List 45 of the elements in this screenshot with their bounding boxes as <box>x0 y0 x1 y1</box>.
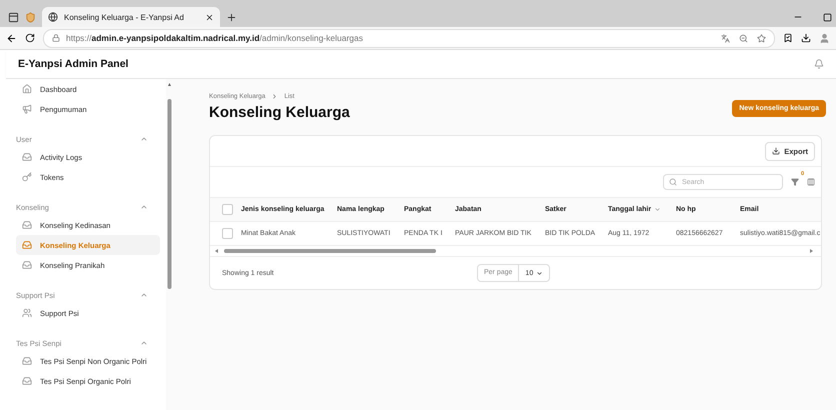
tray-icon <box>22 152 32 162</box>
new-tab-icon[interactable] <box>226 12 237 22</box>
chevron-up-icon[interactable] <box>140 135 148 143</box>
tab-title: Konseling Keluarga - E-Yanpsi Ad <box>64 12 185 22</box>
translate-icon[interactable] <box>721 34 730 42</box>
star-icon[interactable] <box>757 34 766 42</box>
zoom-out-icon[interactable] <box>739 34 748 42</box>
horizontal-scrollbar[interactable] <box>214 248 814 254</box>
megaphone-icon <box>22 104 32 114</box>
app-title: E-Yanpsi Admin Panel <box>18 58 130 70</box>
chevron-right-icon <box>271 93 278 100</box>
profile-icon[interactable] <box>819 32 830 44</box>
chevron-up-icon[interactable] <box>140 339 148 347</box>
maximize-icon[interactable] <box>823 12 832 22</box>
filter-icon[interactable] <box>791 178 799 186</box>
tray-icon <box>22 240 32 250</box>
download-icon <box>772 147 780 155</box>
users-icon <box>22 308 32 318</box>
back-icon[interactable] <box>6 32 17 44</box>
reload-icon[interactable] <box>25 33 35 43</box>
tray-icon <box>22 260 32 270</box>
chevron-down-icon <box>536 270 544 276</box>
bell-icon[interactable] <box>814 59 824 69</box>
tray-icon <box>22 220 32 230</box>
lock-icon <box>52 34 60 42</box>
search-icon <box>669 178 677 186</box>
columns-icon[interactable] <box>807 178 815 186</box>
select-all-checkbox[interactable] <box>222 204 233 215</box>
tabs-icon[interactable] <box>8 12 19 22</box>
url-text: https://admin.e-yanpsipoldakaltim.nadrical.my.id/admin/konseling-keluargas <box>66 33 363 43</box>
address-bar[interactable]: https://admin.e-yanpsipoldakaltim.nadrical.my.id/admin/konseling-keluargas <box>43 28 775 48</box>
favorites-icon[interactable] <box>783 33 793 43</box>
browser-tab[interactable]: Konseling Keluarga - E-Yanpsi Ad <box>42 7 220 27</box>
home-icon <box>22 84 32 94</box>
tray-icon <box>22 356 32 366</box>
globe-icon <box>48 12 58 22</box>
chevron-up-icon[interactable] <box>140 291 148 299</box>
shield-icon[interactable] <box>25 12 36 22</box>
page-heading: Konseling Keluarga <box>209 104 350 121</box>
chevron-up-icon[interactable] <box>140 203 148 211</box>
row-checkbox[interactable] <box>222 228 233 239</box>
tray-icon <box>22 376 32 386</box>
close-icon[interactable] <box>205 12 214 22</box>
download-icon[interactable] <box>801 33 811 43</box>
key-icon <box>22 172 32 182</box>
